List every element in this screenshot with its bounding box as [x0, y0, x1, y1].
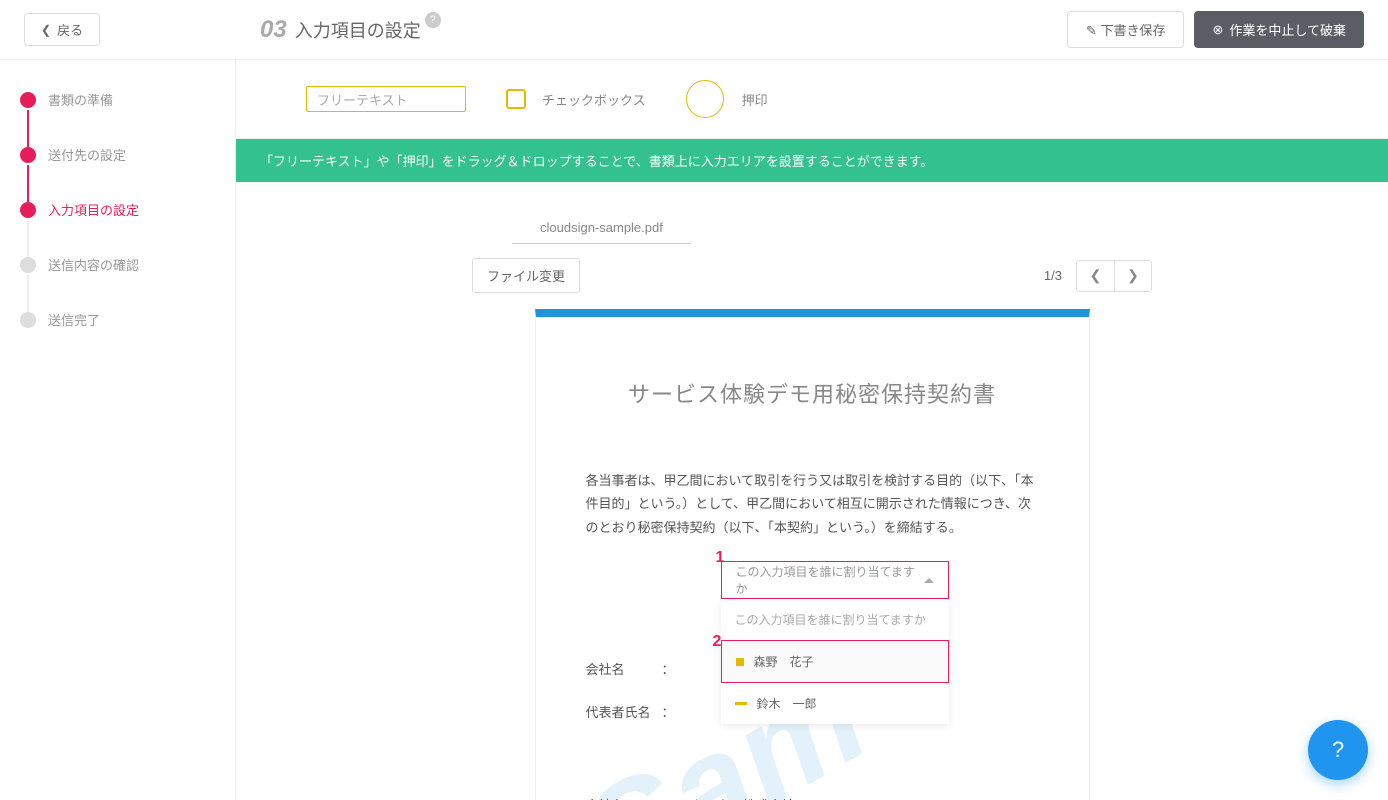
- assignee-dropdown-list: この入力項目を誰に割り当てますか 森野 花子 鈴木 一郎: [721, 599, 949, 724]
- tool-freetext[interactable]: フリーテキスト: [306, 86, 466, 112]
- header-actions: ✎ 下書き保存 ⊗ 作業を中止して破棄: [1067, 11, 1364, 48]
- option-label: 鈴木 一郎: [757, 695, 817, 712]
- assignee-select[interactable]: この入力項目を誰に割り当てますか: [721, 561, 949, 599]
- file-tab[interactable]: cloudsign-sample.pdf: [512, 212, 691, 244]
- chevron-left-icon: ❮: [1090, 267, 1102, 283]
- step-confirm: 送信内容の確認: [20, 255, 215, 274]
- step-label: 書類の準備: [48, 90, 113, 109]
- hint-text: 「フリーテキスト」や「押印」をドラッグ＆ドロップすることで、書類上に入力エリアを…: [260, 154, 933, 169]
- toolbar: フリーテキスト チェックボックス 押印: [236, 60, 1388, 139]
- person-color-icon: [736, 658, 744, 666]
- option-label: この入力項目を誰に割り当てますか: [735, 611, 926, 628]
- document-paragraph: 各当事者は、甲乙間において取引を行う又は取引を検討する目的（以下、「本件目的」と…: [586, 469, 1039, 539]
- dropdown-option-placeholder[interactable]: この入力項目を誰に割り当てますか: [721, 599, 949, 640]
- question-icon: ?: [1332, 737, 1344, 762]
- document-area: cloudsign-sample.pdf ファイル変更 1/3 ❮ ❯: [236, 182, 1388, 800]
- annotation-1: 1: [716, 549, 725, 567]
- page-title: 03 入力項目の設定 ?: [260, 16, 445, 44]
- cancel-icon: ⊗: [1212, 22, 1223, 38]
- file-tab-bar: cloudsign-sample.pdf: [502, 212, 1122, 244]
- step-recipients[interactable]: 送付先の設定: [20, 145, 215, 164]
- assignee-dropdown: 1 この入力項目を誰に割り当てますか 2 この入力項目を誰に割り当てますか 森野…: [721, 561, 949, 724]
- sidebar: 書類の準備 送付先の設定 入力項目の設定 送信内容の確認 送信完了: [0, 60, 236, 800]
- caret-up-icon: [924, 578, 934, 583]
- annotation-2: 2: [713, 633, 722, 651]
- prev-page-button[interactable]: ❮: [1076, 260, 1114, 292]
- step-dot-icon: [20, 92, 36, 108]
- tool-checkbox[interactable]: チェックボックス: [506, 89, 646, 109]
- assignee-placeholder: この入力項目を誰に割り当てますか: [736, 563, 924, 597]
- doc-label-company2: 会社名: [586, 795, 662, 800]
- chevron-right-icon: ❯: [1127, 267, 1139, 283]
- header: ❮ 戻る 03 入力項目の設定 ? ✎ 下書き保存 ⊗ 作業を中止して破棄: [0, 0, 1388, 60]
- option-label: 森野 花子: [754, 653, 814, 670]
- main: 書類の準備 送付先の設定 入力項目の設定 送信内容の確認 送信完了 フリーテキス…: [0, 60, 1388, 800]
- draft-save-label: 下書き保存: [1100, 23, 1165, 38]
- draft-save-button[interactable]: ✎ 下書き保存: [1067, 11, 1185, 48]
- step-label: 入力項目の設定: [48, 200, 139, 219]
- file-controls: ファイル変更 1/3 ❮ ❯: [472, 258, 1152, 293]
- doc-row-company2: 会社名 ： クラウド株式会社: [586, 795, 1039, 800]
- page-count: 1/3: [1044, 268, 1062, 283]
- back-button[interactable]: ❮ 戻る: [24, 13, 100, 46]
- dropdown-option-morino[interactable]: 森野 花子: [721, 640, 949, 683]
- nav-buttons: ❮ ❯: [1076, 260, 1152, 292]
- step-dot-icon: [20, 257, 36, 273]
- step-complete: 送信完了: [20, 310, 215, 329]
- step-number: 03: [260, 16, 287, 44]
- back-label: 戻る: [57, 20, 83, 39]
- step-title: 入力項目の設定: [295, 17, 421, 43]
- cancel-discard-label: 作業を中止して破棄: [1229, 20, 1346, 39]
- tool-stamp-label: 押印: [742, 90, 768, 109]
- document-preview[interactable]: Sam サービス体験デモ用秘密保持契約書 各当事者は、甲乙間において取引を行う又…: [535, 309, 1090, 800]
- help-fab-button[interactable]: ?: [1308, 720, 1368, 780]
- next-page-button[interactable]: ❯: [1114, 260, 1152, 292]
- file-change-label: ファイル変更: [487, 269, 565, 284]
- document-title: サービス体験デモ用秘密保持契約書: [586, 377, 1039, 409]
- page-nav: 1/3 ❮ ❯: [1044, 260, 1152, 292]
- doc-label-representative: 代表者氏名: [586, 702, 662, 721]
- checkbox-icon: [506, 89, 526, 109]
- chevron-left-icon: ❮: [41, 23, 51, 37]
- content: フリーテキスト チェックボックス 押印 「フリーテキスト」や「押印」をドラッグ＆…: [236, 60, 1388, 800]
- dropdown-option-suzuki[interactable]: 鈴木 一郎: [721, 683, 949, 724]
- step-label: 送付先の設定: [48, 145, 126, 164]
- file-name: cloudsign-sample.pdf: [540, 220, 663, 235]
- edit-icon: ✎: [1086, 23, 1101, 38]
- step-dot-icon: [20, 312, 36, 328]
- step-label: 送信完了: [48, 310, 100, 329]
- tool-stamp[interactable]: 押印: [686, 80, 768, 118]
- doc-label-company: 会社名: [586, 659, 662, 678]
- file-change-button[interactable]: ファイル変更: [472, 258, 580, 293]
- step-input-fields[interactable]: 入力項目の設定: [20, 200, 215, 219]
- help-icon[interactable]: ?: [425, 12, 441, 28]
- hint-bar: 「フリーテキスト」や「押印」をドラッグ＆ドロップすることで、書類上に入力エリアを…: [236, 139, 1388, 182]
- step-dot-icon: [20, 202, 36, 218]
- step-document-prep[interactable]: 書類の準備: [20, 90, 215, 109]
- step-label: 送信内容の確認: [48, 255, 139, 274]
- tool-checkbox-label: チェックボックス: [542, 90, 646, 109]
- cancel-discard-button[interactable]: ⊗ 作業を中止して破棄: [1194, 11, 1364, 48]
- tool-freetext-label: フリーテキスト: [317, 90, 408, 109]
- stamp-circle-icon: [686, 80, 724, 118]
- step-dot-icon: [20, 147, 36, 163]
- person-color-icon: [735, 702, 747, 705]
- doc-value-company2: クラウド株式会社: [691, 795, 795, 800]
